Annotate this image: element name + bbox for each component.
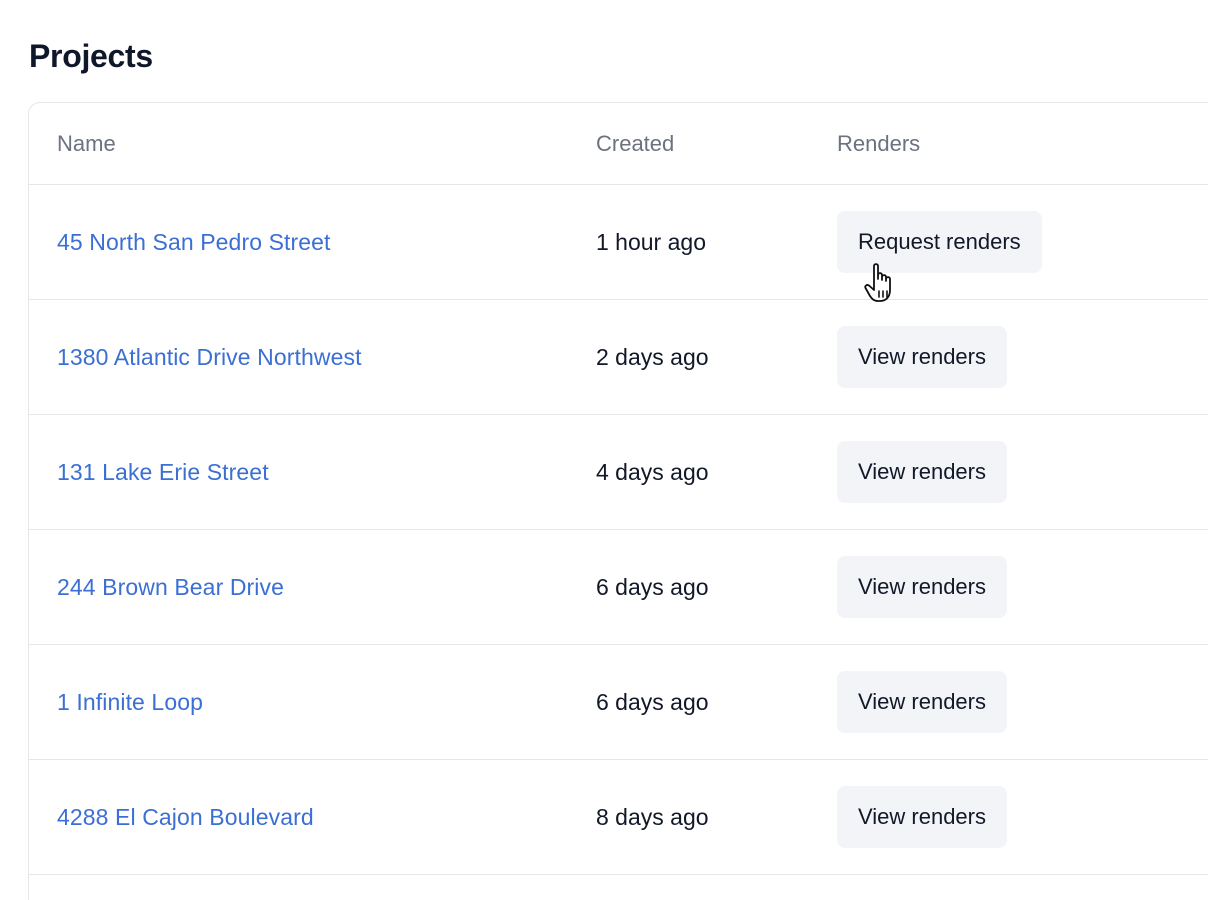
column-header-created: Created (596, 130, 675, 156)
table-row: 1 Infinite Loop 6 days ago View renders (29, 645, 1208, 760)
page-title: Projects (29, 38, 153, 74)
created-time: 4 days ago (596, 458, 709, 485)
column-header-name: Name (57, 130, 116, 156)
projects-page: Projects Name Created Renders 45 North S… (0, 0, 1232, 900)
view-renders-button[interactable]: View renders (837, 671, 1007, 733)
table-row: 45 North San Pedro Street 1 hour ago Req… (29, 185, 1208, 300)
project-name-link[interactable]: 244 Brown Bear Drive (57, 574, 284, 601)
created-time: 2 days ago (596, 343, 709, 370)
table-row: 1380 Atlantic Drive Northwest 2 days ago… (29, 300, 1208, 415)
project-name-link[interactable]: 1 Infinite Loop (57, 689, 203, 716)
table-row: 4288 El Cajon Boulevard 8 days ago View … (29, 760, 1208, 875)
view-renders-button[interactable]: View renders (837, 441, 1007, 503)
view-renders-button[interactable]: View renders (837, 786, 1007, 848)
table-header-row: Name Created Renders (29, 103, 1208, 185)
project-name-link[interactable]: 131 Lake Erie Street (57, 459, 269, 486)
created-time: 1 hour ago (596, 228, 706, 255)
view-renders-button[interactable]: View renders (837, 326, 1007, 388)
column-header-renders: Renders (837, 130, 921, 156)
created-time: 8 days ago (596, 803, 709, 830)
project-name-link[interactable]: 4288 El Cajon Boulevard (57, 804, 314, 831)
project-name-link[interactable]: 45 North San Pedro Street (57, 229, 331, 256)
view-renders-button[interactable]: View renders (837, 556, 1007, 618)
created-time: 6 days ago (596, 688, 709, 715)
projects-table: Name Created Renders 45 North San Pedro … (28, 102, 1208, 900)
table-row: 244 Brown Bear Drive 6 days ago View ren… (29, 530, 1208, 645)
table-row: 131 Lake Erie Street 4 days ago View ren… (29, 415, 1208, 530)
project-name-link[interactable]: 1380 Atlantic Drive Northwest (57, 344, 362, 371)
request-renders-button[interactable]: Request renders (837, 211, 1042, 273)
created-time: 6 days ago (596, 573, 709, 600)
